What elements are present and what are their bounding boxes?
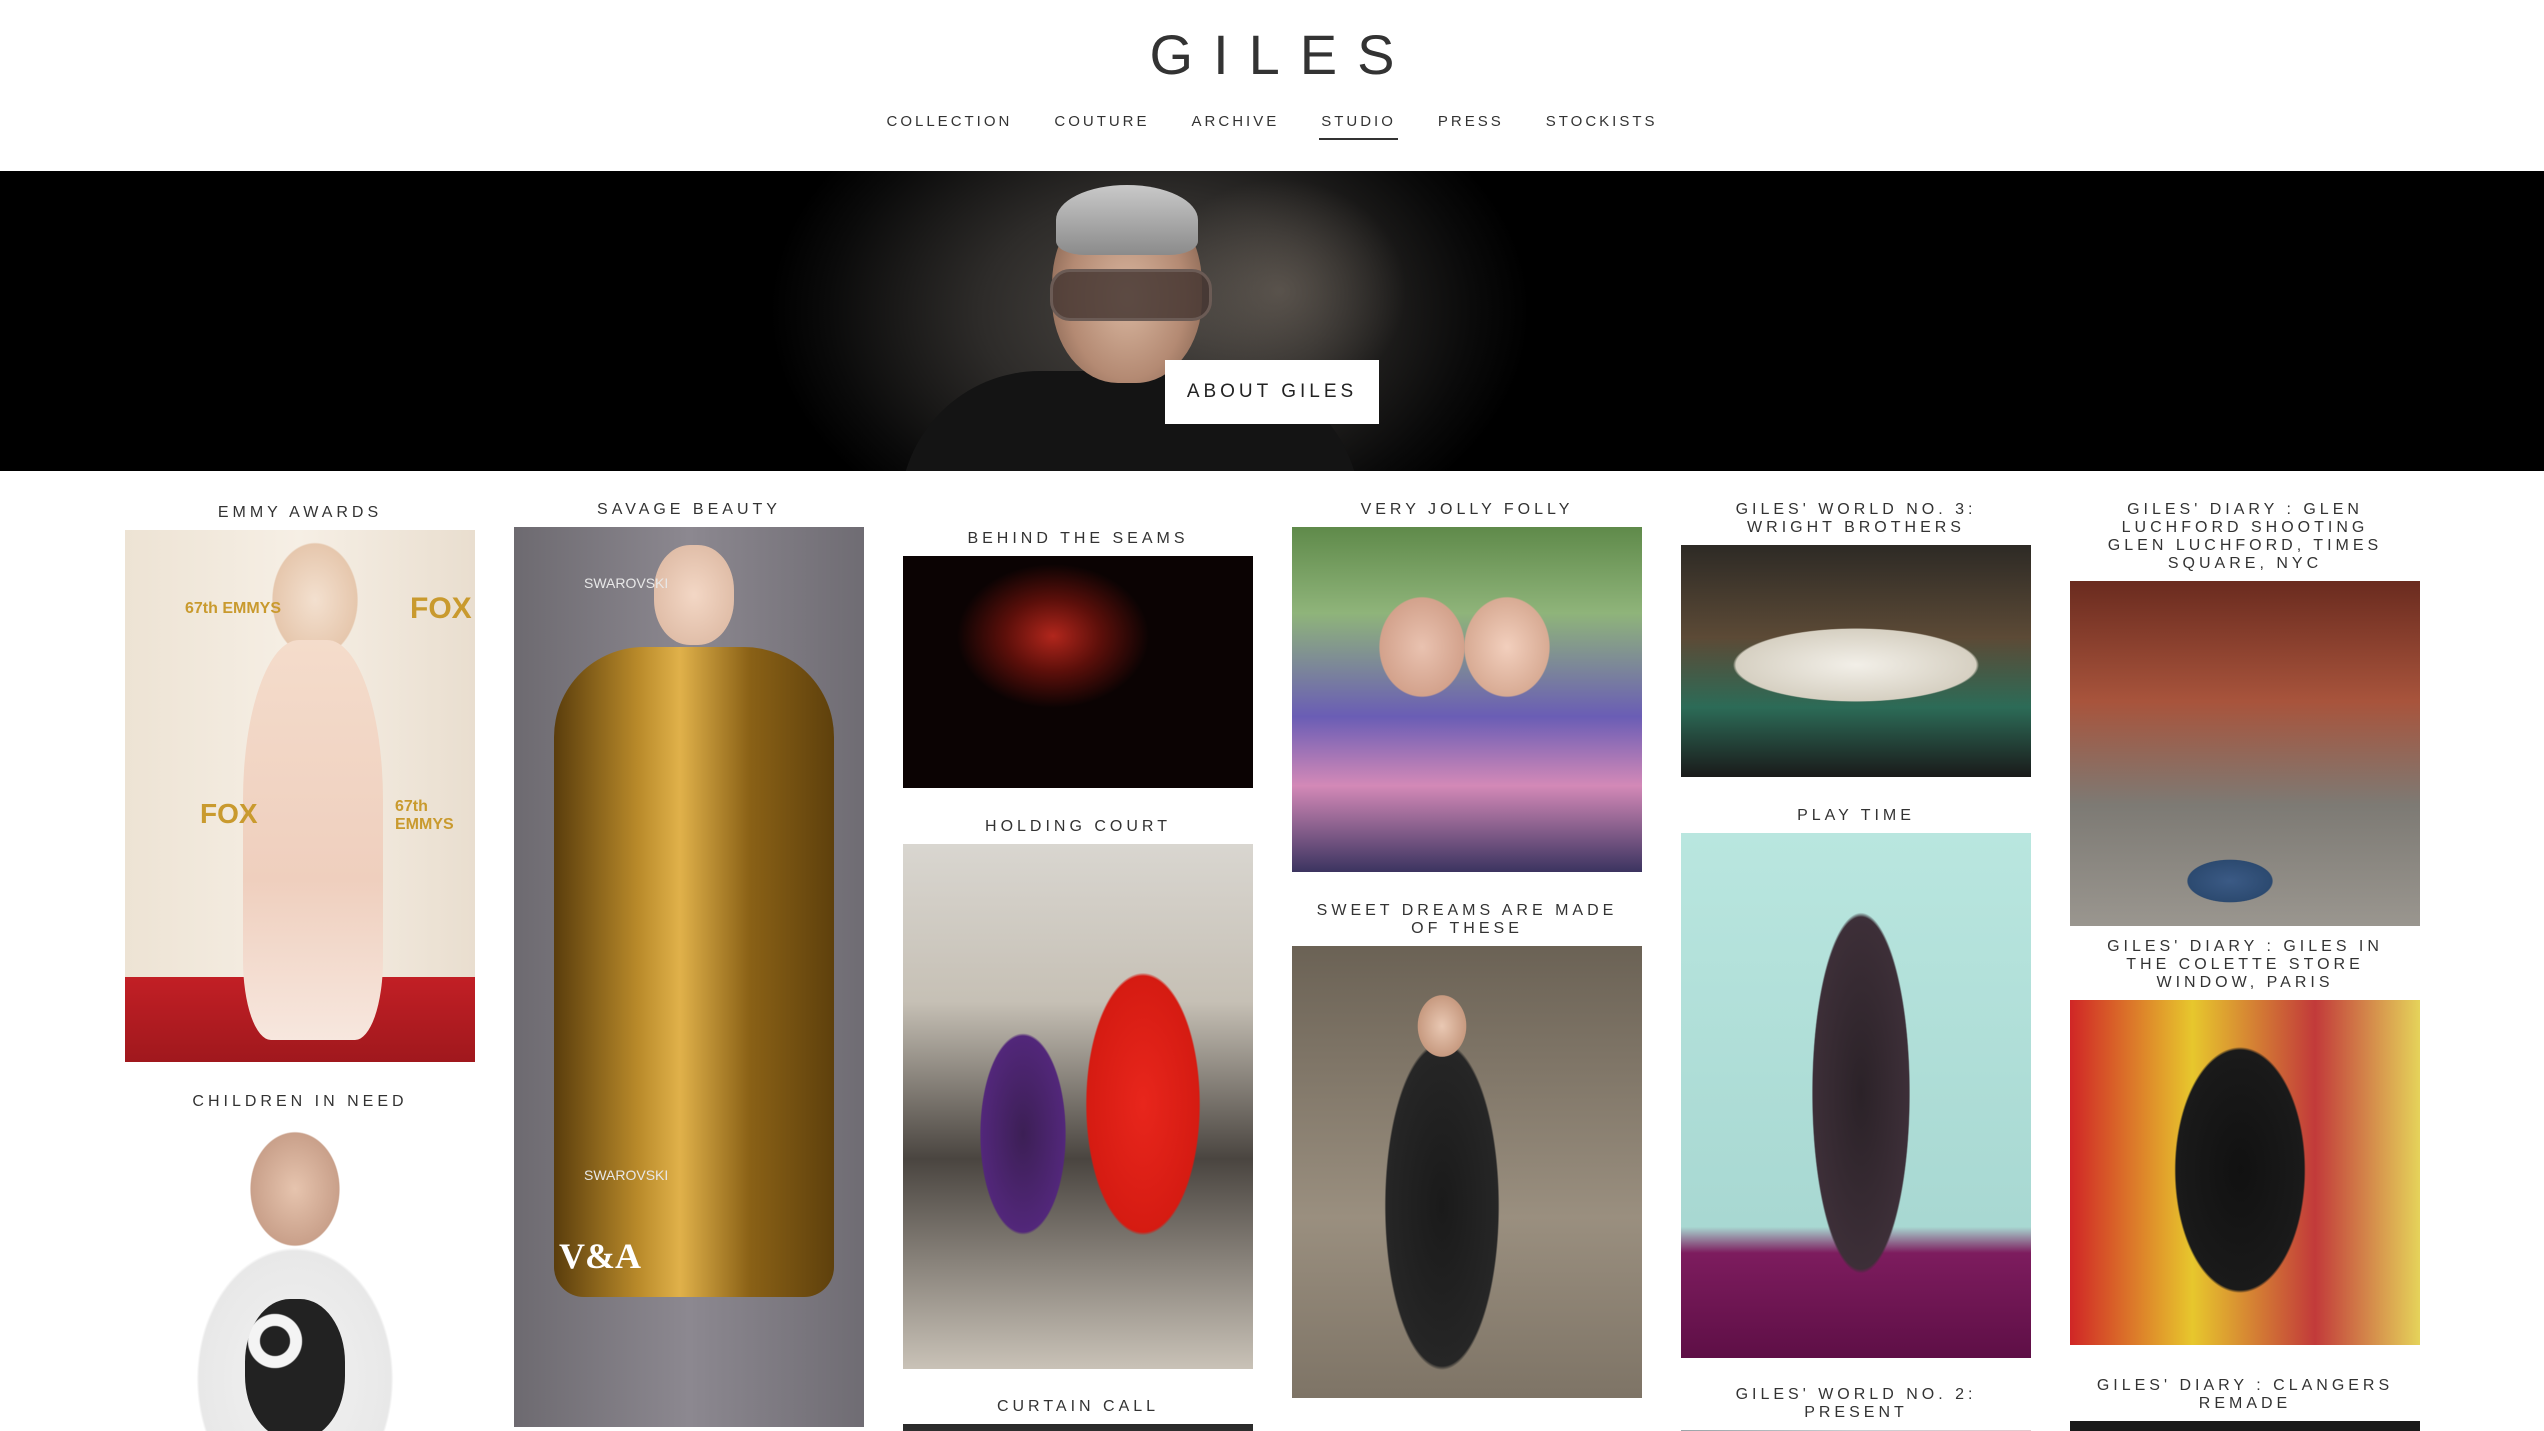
site-logo[interactable]: GILES (0, 22, 2544, 88)
card-holding-court[interactable]: HOLDING COURT (903, 818, 1253, 1369)
site-header: GILES COLLECTION COUTURE ARCHIVE STUDIO … (0, 0, 2544, 171)
card-image[interactable] (903, 844, 1253, 1369)
nav-item-couture[interactable]: COUTURE (1052, 112, 1151, 140)
card-title: VERY JOLLY FOLLY (1360, 501, 1574, 518)
card-image[interactable] (1292, 527, 1642, 872)
studio-grid: EMMY AWARDS FOX FOX 67th EMMYS 67th EMMY… (0, 471, 2544, 1431)
swarovski-logo: SWAROVSKI (584, 575, 669, 591)
card-image[interactable] (2070, 581, 2420, 926)
card-diary-clangers[interactable]: GILES' DIARY : CLANGERS REMADE (2070, 1377, 2420, 1431)
card-title: CHILDREN IN NEED (192, 1093, 408, 1110)
card-very-jolly-folly[interactable]: VERY JOLLY FOLLY (1292, 501, 1642, 872)
card-sweet-dreams[interactable]: SWEET DREAMS ARE MADE OF THESE (1292, 902, 1642, 1398)
card-title: HOLDING COURT (985, 818, 1171, 835)
nav-item-studio[interactable]: STUDIO (1319, 112, 1398, 140)
card-image[interactable] (903, 556, 1253, 788)
card-play-time[interactable]: PLAY TIME (1681, 807, 2031, 1358)
card-behind-the-seams[interactable]: BEHIND THE SEAMS (903, 530, 1253, 788)
card-title: BEHIND THE SEAMS (967, 530, 1189, 547)
card-image[interactable] (2070, 1421, 2420, 1431)
card-image[interactable] (1681, 545, 2031, 777)
tshirt-print (245, 1299, 345, 1431)
card-title: GILES' WORLD NO. 3: WRIGHT BROTHERS (1735, 501, 1977, 536)
card-savage-beauty[interactable]: SAVAGE BEAUTY SWAROVSKI SWAROVSKI V&A (514, 501, 864, 1427)
emmys-logo: 67th EMMYS (395, 798, 454, 833)
nav-item-archive[interactable]: ARCHIVE (1190, 112, 1282, 140)
card-image[interactable] (125, 1119, 475, 1431)
card-image[interactable] (1292, 946, 1642, 1398)
velvet-dress-figure (554, 647, 834, 1297)
card-title: GILES' DIARY : GLEN LUCHFORD SHOOTING GL… (2107, 501, 2383, 572)
figure-face (654, 545, 734, 645)
nav-item-stockists[interactable]: STOCKISTS (1544, 112, 1660, 140)
hero-portrait-glasses (1050, 269, 1212, 321)
card-image[interactable] (903, 1424, 1253, 1431)
card-title: PLAY TIME (1797, 807, 1915, 824)
card-image[interactable]: SWAROVSKI SWAROVSKI V&A (514, 527, 864, 1427)
main-nav: COLLECTION COUTURE ARCHIVE STUDIO PRESS … (0, 112, 2544, 140)
card-title: EMMY AWARDS (217, 504, 383, 521)
fox-logo: FOX (410, 592, 472, 625)
card-image[interactable] (2070, 1000, 2420, 1345)
card-image[interactable]: FOX FOX 67th EMMYS 67th EMMYS (125, 530, 475, 1062)
hero-portrait-hair (1056, 185, 1198, 255)
swarovski-logo: SWAROVSKI (584, 1167, 669, 1183)
card-emmy-awards[interactable]: EMMY AWARDS FOX FOX 67th EMMYS 67th EMMY… (125, 504, 475, 1062)
nav-item-collection[interactable]: COLLECTION (885, 112, 1015, 140)
card-image[interactable] (1681, 833, 2031, 1358)
card-giles-world-2[interactable]: GILES' WORLD NO. 2: PRESENT (1681, 1386, 2031, 1431)
card-title: GILES' WORLD NO. 2: PRESENT (1735, 1386, 1977, 1421)
card-title: CURTAIN CALL (996, 1398, 1160, 1415)
card-children-in-need[interactable]: CHILDREN IN NEED (125, 1093, 475, 1431)
card-title: SAVAGE BEAUTY (597, 501, 781, 518)
card-diary-colette[interactable]: GILES' DIARY : GILES IN THE COLETTE STOR… (2070, 938, 2420, 1345)
card-title: GILES' DIARY : CLANGERS REMADE (2096, 1377, 2394, 1412)
card-curtain-call[interactable]: CURTAIN CALL (903, 1398, 1253, 1431)
card-giles-world-3[interactable]: GILES' WORLD NO. 3: WRIGHT BROTHERS (1681, 501, 2031, 777)
hero-banner (0, 171, 2544, 471)
card-title: SWEET DREAMS ARE MADE OF THESE (1316, 902, 1618, 937)
nav-item-press[interactable]: PRESS (1436, 112, 1506, 140)
card-title: GILES' DIARY : GILES IN THE COLETTE STOR… (2107, 938, 2383, 991)
emmys-logo: 67th EMMYS (185, 600, 282, 617)
gown-figure (243, 640, 383, 1040)
card-diary-luchford[interactable]: GILES' DIARY : GLEN LUCHFORD SHOOTING GL… (2070, 501, 2420, 926)
about-giles-button[interactable]: ABOUT GILES (1165, 360, 1379, 424)
va-logo: V&A (559, 1236, 641, 1276)
fox-logo: FOX (200, 798, 258, 829)
